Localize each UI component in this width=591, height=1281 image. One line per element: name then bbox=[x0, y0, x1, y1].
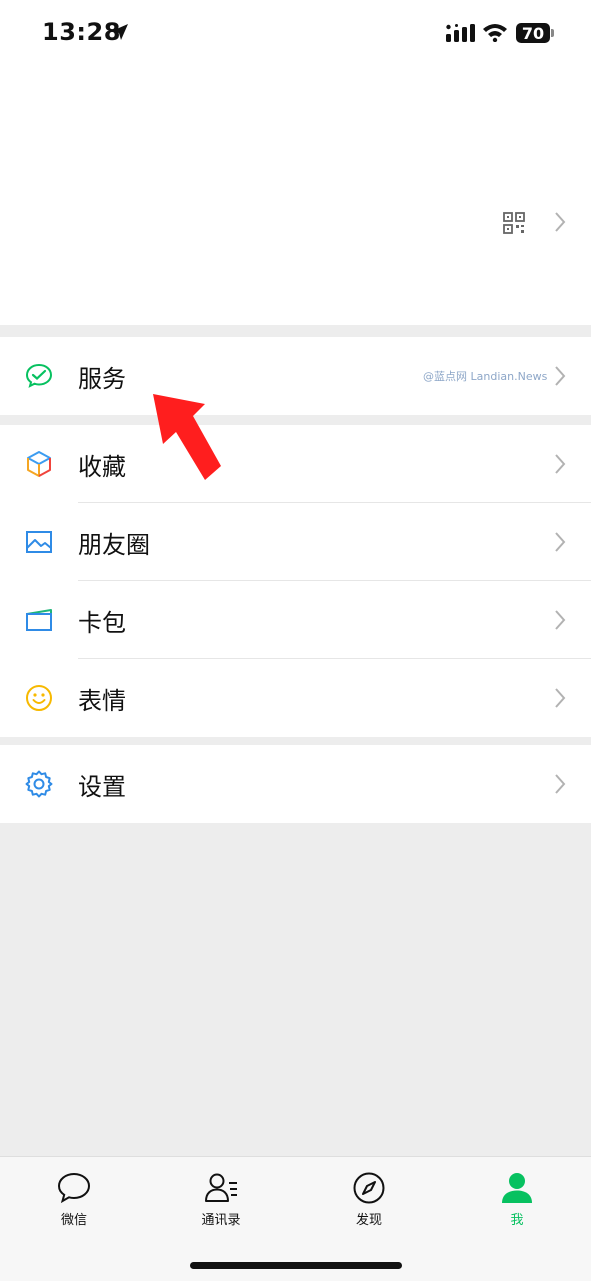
battery-tip bbox=[551, 29, 554, 37]
chevron-right-icon bbox=[555, 610, 566, 630]
card-icon bbox=[26, 609, 52, 631]
chevron-right-icon bbox=[555, 532, 566, 552]
chevron-right-icon bbox=[555, 366, 566, 386]
location-arrow-icon bbox=[112, 24, 128, 40]
menu-label-stickers: 表情 bbox=[78, 686, 126, 715]
image-icon bbox=[26, 531, 52, 553]
cube-icon bbox=[27, 451, 51, 477]
person-icon bbox=[502, 1173, 532, 1203]
tab-label: 发现 bbox=[355, 1213, 382, 1228]
cellular-signal-icon bbox=[446, 24, 475, 42]
menu-item-cards[interactable]: 卡包 bbox=[0, 581, 591, 659]
tab-chats[interactable]: 微信 bbox=[24, 1171, 124, 1228]
compass-icon bbox=[353, 1172, 385, 1204]
menu-item-moments[interactable]: 朋友圈 bbox=[0, 503, 591, 581]
annotation-arrow-icon bbox=[153, 394, 221, 480]
chat-bubble-icon bbox=[57, 1172, 91, 1204]
tab-contacts[interactable]: 通讯录 bbox=[171, 1171, 271, 1228]
menu-label-cards: 卡包 bbox=[78, 608, 126, 637]
status-bar: 13:28 70 bbox=[0, 0, 591, 70]
tab-discover[interactable]: 发现 bbox=[319, 1171, 419, 1228]
wechat-pay-icon bbox=[25, 363, 53, 388]
profile-header[interactable] bbox=[0, 70, 591, 325]
chevron-right-icon bbox=[555, 688, 566, 708]
menu-label-services: 服务 bbox=[78, 364, 126, 393]
menu-label-favorites: 收藏 bbox=[78, 452, 126, 481]
contacts-icon bbox=[205, 1173, 237, 1202]
battery-indicator: 70 bbox=[516, 23, 550, 43]
services-group: 服务 @蓝点网 Landian.News bbox=[0, 337, 591, 415]
menu-label-moments: 朋友圈 bbox=[78, 530, 150, 559]
gear-icon bbox=[25, 770, 53, 798]
menu-label-settings: 设置 bbox=[78, 772, 126, 801]
watermark-text: @蓝点网 Landian.News bbox=[423, 370, 548, 383]
home-indicator[interactable] bbox=[190, 1262, 402, 1269]
battery-level: 70 bbox=[521, 23, 545, 43]
tab-label: 我 bbox=[510, 1213, 524, 1228]
menu-item-settings[interactable]: 设置 bbox=[0, 745, 591, 823]
tab-me[interactable]: 我 bbox=[467, 1171, 567, 1228]
chevron-right-icon bbox=[555, 212, 566, 232]
features-group: 收藏 朋友圈 卡包 表情 bbox=[0, 425, 591, 737]
settings-group: 设置 bbox=[0, 745, 591, 823]
wifi-icon bbox=[483, 24, 507, 42]
chevron-right-icon bbox=[555, 454, 566, 474]
tab-label: 微信 bbox=[60, 1213, 87, 1228]
qr-code-icon[interactable] bbox=[503, 212, 525, 234]
menu-item-services[interactable]: 服务 @蓝点网 Landian.News bbox=[0, 337, 591, 415]
chevron-right-icon bbox=[555, 774, 566, 794]
tab-label: 通讯录 bbox=[201, 1213, 241, 1228]
menu-item-favorites[interactable]: 收藏 bbox=[0, 425, 591, 503]
smiley-icon bbox=[26, 685, 52, 711]
menu-item-stickers[interactable]: 表情 bbox=[0, 659, 591, 737]
